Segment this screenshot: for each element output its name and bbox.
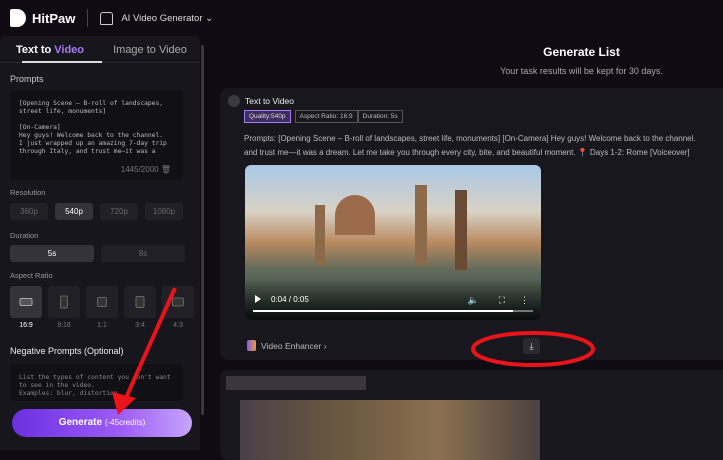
dome-shape (335, 195, 375, 235)
aspect-1-1[interactable]: 1:1 (86, 286, 118, 329)
download-button[interactable]: ⤓ (523, 338, 540, 354)
resolution-720p[interactable]: 720p (100, 203, 138, 220)
video-controls: 0:04 / 0:05 🔈 ⛶ ⋮ (245, 280, 541, 320)
aspect-label-text: 9:16 (57, 322, 71, 329)
prompt-summary: Prompts: [Opening Scene – B-roll of land… (244, 132, 723, 160)
brand-name: HitPaw (32, 10, 76, 26)
chevron-down-icon[interactable]: ⌄ (203, 13, 213, 24)
tab-text-to-video[interactable]: Text to Video (0, 36, 102, 63)
resolution-label: Resolution (10, 188, 46, 197)
enhancer-label: Video Enhancer › (261, 340, 327, 351)
duration-badge: Duration: 5s (357, 110, 403, 123)
home-icon[interactable] (100, 11, 114, 25)
aspect-4-3[interactable]: 4:3 (162, 286, 194, 329)
divider (87, 9, 89, 27)
landscape-icon (19, 298, 33, 306)
square-icon (97, 297, 107, 307)
aspect-16-9[interactable]: 16:9 (10, 286, 42, 329)
top-bar: HitPaw AI Video Generator ⌄ (0, 0, 723, 36)
task-type-icon (228, 95, 240, 107)
aspect-label-text: 16:9 (19, 322, 33, 329)
aspect-label: Aspect Ratio (10, 271, 53, 280)
volume-icon[interactable]: 🔈 (468, 295, 479, 306)
video-enhancer-link[interactable]: Video Enhancer › (247, 340, 327, 351)
prompt-text: [Opening Scene – B-roll of landscapes, s… (19, 100, 167, 155)
resolution-540p[interactable]: 540p (55, 203, 93, 220)
video-player[interactable]: 0:04 / 0:05 🔈 ⛶ ⋮ (245, 165, 541, 320)
prompt-textarea[interactable]: [Opening Scene – B-roll of landscapes, s… (10, 90, 183, 180)
aspect-3-4[interactable]: 3:4 (124, 286, 156, 329)
portrait-icon (60, 295, 68, 309)
aspect-label-text: 3:4 (135, 322, 145, 329)
placeholder-text: List the types of content you don't want… (19, 374, 171, 397)
tower-shape (315, 205, 325, 265)
hitpaw-logo[interactable]: HitPaw (10, 9, 75, 27)
enhancer-icon (247, 340, 256, 351)
play-icon[interactable] (255, 295, 261, 303)
blurred-thumbnail (240, 400, 540, 460)
logo-icon (10, 9, 26, 27)
page-title: Generate List (543, 45, 620, 59)
aspect-9-16[interactable]: 9:16 (48, 286, 80, 329)
fullscreen-icon[interactable]: ⛶ (499, 295, 505, 306)
duration-5s[interactable]: 5s (10, 245, 94, 262)
landscape-icon (172, 297, 184, 307)
prompts-label: Prompts (10, 74, 44, 84)
resolution-360p[interactable]: 360p (10, 203, 48, 220)
settings-panel: Text to Video Image to Video Prompts [Op… (0, 36, 200, 450)
credits-label: (-45credits) (104, 418, 146, 427)
aspect-label-text: 1:1 (97, 322, 107, 329)
tab-label: Video (54, 44, 85, 56)
download-icon: ⤓ (529, 341, 534, 351)
task-type: Text to Video (245, 96, 294, 106)
task-card-blurred (220, 370, 723, 460)
char-count: 1445/2000 🗑 (121, 166, 171, 174)
resolution-1080p[interactable]: 1080p (145, 203, 183, 220)
product-dropdown[interactable]: AI Video Generator (121, 13, 202, 24)
generate-label: Generate (58, 417, 103, 428)
aspect-label-text: 4:3 (173, 322, 183, 329)
duration-8s[interactable]: 8s (101, 245, 185, 262)
more-icon[interactable]: ⋮ (520, 295, 529, 306)
panel-scrollbar[interactable] (201, 45, 204, 415)
prompt-line: and trust me—it was a dream. Let me take… (244, 148, 690, 157)
progress-fill (253, 310, 514, 312)
prompt-line: Prompts: [Opening Scene – B-roll of land… (244, 134, 696, 143)
blurred-content (226, 376, 366, 390)
generate-button[interactable]: Generate (-45credits) (12, 409, 192, 437)
tab-image-to-video[interactable]: Image to Video (100, 36, 200, 62)
duration-label: Duration (10, 231, 39, 240)
video-time: 0:04 / 0:05 (271, 295, 309, 304)
quality-badge: Quality:540p (244, 110, 291, 123)
negative-prompt-textarea[interactable]: List the types of content you don't want… (10, 364, 183, 401)
count-text: 1445/2000 (120, 165, 159, 174)
tower-shape (455, 190, 467, 270)
negative-prompts-label: Negative Prompts (Optional) (10, 346, 124, 356)
aspect-badge: Aspect Ratio: 16:9 (294, 110, 358, 123)
tower-shape (415, 185, 427, 265)
page-subtitle: Your task results will be kept for 30 da… (500, 66, 663, 76)
video-progress[interactable] (253, 310, 533, 312)
task-card: Text to Video Quality:540p Aspect Ratio:… (220, 88, 723, 360)
tab-label: Text to (15, 44, 55, 56)
portrait-icon (135, 296, 145, 308)
trash-icon[interactable]: 🗑 (161, 165, 171, 174)
